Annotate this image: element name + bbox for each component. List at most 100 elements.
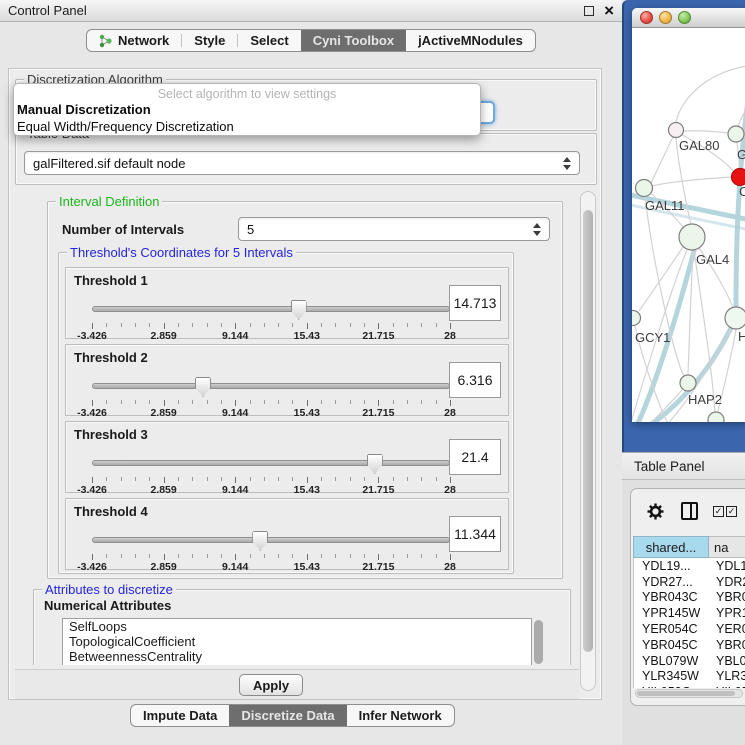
slider-tick-label: 28 [444, 407, 456, 419]
tab-discretize-data[interactable]: Discretize Data [229, 705, 346, 726]
number-of-intervals-label: Number of Intervals [62, 222, 184, 237]
attribute-item[interactable]: TopologicalCoefficient [63, 634, 531, 649]
slider-tick [278, 477, 279, 481]
node-label-gal4: GAL4 [696, 252, 729, 267]
close-icon[interactable]: × [604, 6, 614, 16]
slider-handle[interactable] [367, 454, 383, 474]
zoom-traffic-light-icon[interactable] [678, 11, 691, 24]
tab-jactivemnodules[interactable]: jActiveMNodules [406, 30, 535, 51]
network-canvas[interactable]: GAL80GCGAL11GAL4GCY1HHAP2 [632, 28, 745, 422]
slider-tick [292, 400, 293, 404]
cell-shared-name: YLR345W [634, 669, 710, 683]
slider-handle[interactable] [195, 377, 211, 397]
settings-scrollbar-thumb[interactable] [583, 210, 593, 652]
table-row[interactable]: YBL079WYBL079W [634, 653, 745, 669]
slider-tick-label: -3.426 [77, 330, 107, 342]
attribute-item[interactable]: SelfLoops [63, 619, 531, 634]
column-header-name[interactable]: na [709, 536, 745, 558]
attributes-list-scrollbar[interactable] [534, 620, 543, 664]
slider-tick [221, 400, 222, 404]
numerical-attributes-list[interactable]: SelfLoopsTopologicalCoefficientBetweenne… [62, 618, 532, 665]
slider-tick [192, 477, 193, 481]
network-node-gal11[interactable] [636, 180, 653, 197]
slider-handle[interactable] [291, 300, 307, 320]
network-node[interactable] [708, 412, 724, 422]
slider-tick [221, 554, 222, 558]
node-label-gcy1: GCY1 [635, 330, 670, 345]
apply-button[interactable]: Apply [239, 674, 303, 696]
network-node-gcy1[interactable] [632, 311, 641, 326]
network-node-h[interactable] [725, 307, 745, 329]
slider-track[interactable] [92, 460, 450, 466]
slider-tick [235, 400, 236, 406]
slider-tick [164, 400, 165, 406]
table-row[interactable]: YPR145WYPR145W [634, 605, 745, 621]
attribute-item[interactable]: BetweennessCentrality [63, 649, 531, 664]
column-header-shared-name[interactable]: shared... [633, 536, 709, 558]
network-node-hap2[interactable] [680, 375, 696, 391]
checkbox-icon[interactable]: ✓ [726, 506, 737, 517]
threshold-value-field[interactable]: 6.316 [449, 362, 501, 398]
threshold-value-field[interactable]: 21.4 [449, 439, 501, 475]
tab-style[interactable]: Style [182, 30, 237, 51]
network-node-gal80[interactable] [669, 123, 684, 138]
network-node-g[interactable] [728, 126, 744, 142]
float-window-icon[interactable] [584, 6, 594, 16]
settings-scrollbar[interactable] [580, 191, 596, 691]
slider-tick [450, 477, 451, 483]
threshold-slider[interactable]: -3.4262.8599.14415.4321.71528 [92, 455, 450, 491]
slider-tick-label: 21.715 [362, 484, 394, 496]
tab-cyni-toolbox[interactable]: Cyni Toolbox [301, 30, 406, 51]
threshold-value-field[interactable]: 14.713 [449, 285, 501, 321]
table-row[interactable]: YDR27...YDR27... [634, 574, 745, 590]
combo-stepper-icon [533, 223, 541, 236]
table-row[interactable]: YER054CYER054C [634, 621, 745, 637]
threshold-value-field[interactable]: 11.344 [449, 516, 501, 552]
number-of-intervals-combo[interactable]: 5 [238, 217, 550, 241]
slider-tick [250, 477, 251, 481]
threshold-slider[interactable]: -3.4262.8599.14415.4321.71528 [92, 532, 450, 568]
dropdown-option-equal-width[interactable]: Equal Width/Frequency Discretization [14, 118, 480, 135]
node-label-hap2: HAP2 [688, 392, 722, 407]
table-row[interactable]: YIL052CYIL052C [634, 684, 745, 688]
tab-discretize-data-label: Discretize Data [241, 708, 334, 723]
threshold-slider[interactable]: -3.4262.8599.14415.4321.71528 [92, 378, 450, 414]
tab-network[interactable]: Network [87, 30, 181, 51]
slider-track[interactable] [92, 306, 450, 312]
control-panel-tabs: Network Style Select Cyni Toolbox jActiv… [86, 29, 536, 52]
slider-track[interactable] [92, 537, 450, 543]
table-row[interactable]: YBR043CYBR043C [634, 590, 745, 606]
slider-tick [350, 400, 351, 404]
table-row[interactable]: YLR345WYLR345W [634, 669, 745, 685]
cell-name: YDL19... [710, 559, 745, 573]
table-toolbar: ✓ ✓ [631, 495, 745, 527]
slider-tick [149, 323, 150, 327]
slider-tick [364, 554, 365, 558]
slider-tick [92, 554, 93, 560]
network-node-gal4[interactable] [679, 224, 705, 250]
slider-tick [450, 554, 451, 560]
close-traffic-light-icon[interactable] [640, 11, 653, 24]
table-row[interactable]: YBR045CYBR045C [634, 637, 745, 653]
slider-tick [292, 477, 293, 481]
dropdown-option-manual[interactable]: Manual Discretization [14, 101, 480, 118]
table-data-combo[interactable]: galFiltered.sif default node [24, 151, 580, 175]
checkbox-icon[interactable]: ✓ [713, 506, 724, 517]
table-row[interactable]: YDL19...YDL19... [634, 558, 745, 574]
minimize-traffic-light-icon[interactable] [659, 11, 672, 24]
threshold-slider[interactable]: -3.4262.8599.14415.4321.71528 [92, 301, 450, 337]
slider-handle[interactable] [252, 531, 268, 551]
gear-icon[interactable] [647, 503, 664, 520]
network-node-c[interactable] [732, 169, 745, 186]
slider-tick-label: 2.859 [150, 484, 176, 496]
threshold-label: Threshold 3 [74, 427, 148, 442]
table-hscrollbar-thumb[interactable] [637, 691, 735, 696]
tab-impute-data[interactable]: Impute Data [131, 705, 229, 726]
slider-tick [307, 554, 308, 560]
table-horizontal-scrollbar[interactable] [635, 689, 743, 698]
slider-tick-labels: -3.4262.8599.14415.4321.71528 [92, 407, 450, 419]
column-visibility-icon[interactable] [681, 502, 698, 520]
slider-track[interactable] [92, 383, 450, 389]
tab-infer-network[interactable]: Infer Network [347, 705, 454, 726]
tab-select[interactable]: Select [238, 30, 300, 51]
